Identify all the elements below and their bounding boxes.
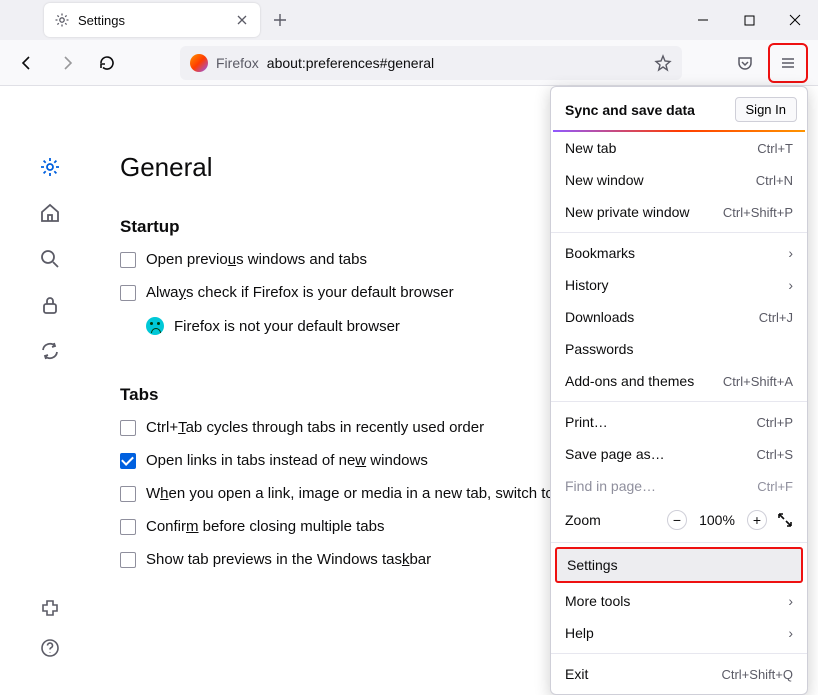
menu-sync-row: Sync and save data Sign In	[551, 87, 807, 130]
url-text: about:preferences#general	[267, 55, 434, 71]
titlebar: Settings	[0, 0, 818, 40]
menu-more-tools[interactable]: More tools›	[551, 585, 807, 617]
zoom-label: Zoom	[565, 512, 657, 528]
reload-button[interactable]	[90, 46, 124, 80]
back-button[interactable]	[10, 46, 44, 80]
checkbox-icon[interactable]	[120, 420, 136, 436]
menu-history[interactable]: History›	[551, 269, 807, 301]
confirm-close-label: Confirm before closing multiple tabs	[146, 518, 384, 535]
zoom-in-button[interactable]: +	[747, 510, 767, 530]
chevron-right-icon: ›	[788, 245, 793, 261]
open-previous-label: Open previous windows and tabs	[146, 251, 367, 268]
menu-downloads[interactable]: DownloadsCtrl+J	[551, 301, 807, 333]
menu-print[interactable]: Print…Ctrl+P	[551, 406, 807, 438]
menu-new-tab[interactable]: New tabCtrl+T	[551, 132, 807, 164]
menu-help[interactable]: Help›	[551, 617, 807, 649]
menu-passwords[interactable]: Passwords	[551, 333, 807, 365]
app-menu-highlight	[768, 43, 808, 83]
menu-zoom-row: Zoom − 100% +	[551, 502, 807, 538]
zoom-out-button[interactable]: −	[667, 510, 687, 530]
checkbox-icon[interactable]	[120, 519, 136, 535]
menu-settings[interactable]: Settings	[555, 547, 803, 583]
toolbar: Firefox about:preferences#general	[0, 40, 818, 86]
menu-new-window[interactable]: New windowCtrl+N	[551, 164, 807, 196]
forward-button	[50, 46, 84, 80]
sidebar-extensions-icon[interactable]	[39, 597, 61, 619]
sidebar-home-icon[interactable]	[39, 202, 61, 224]
chevron-right-icon: ›	[788, 625, 793, 641]
open-links-label: Open links in tabs instead of new window…	[146, 452, 428, 469]
sidebar-privacy-icon[interactable]	[39, 294, 61, 316]
sad-face-icon	[146, 317, 164, 335]
menu-save-as[interactable]: Save page as…Ctrl+S	[551, 438, 807, 470]
checkbox-icon[interactable]	[120, 252, 136, 268]
sidebar-general-icon[interactable]	[39, 156, 61, 178]
not-default-label: Firefox is not your default browser	[174, 318, 400, 335]
sign-in-button[interactable]: Sign In	[735, 97, 797, 122]
menu-find-in-page: Find in page…Ctrl+F	[551, 470, 807, 502]
always-check-label: Always check if Firefox is your default …	[146, 284, 454, 301]
sidebar-sync-icon[interactable]	[39, 340, 61, 362]
app-menu-button[interactable]	[771, 46, 805, 80]
sync-title: Sync and save data	[565, 102, 695, 118]
sidebar-help-icon[interactable]	[39, 637, 61, 659]
window-close-button[interactable]	[772, 0, 818, 40]
checkbox-checked-icon[interactable]	[120, 453, 136, 469]
menu-exit[interactable]: ExitCtrl+Shift+Q	[551, 658, 807, 690]
chevron-right-icon: ›	[788, 593, 793, 609]
ctrl-tab-label: Ctrl+Tab cycles through tabs in recently…	[146, 419, 484, 436]
app-menu-panel: Sync and save data Sign In New tabCtrl+T…	[550, 86, 808, 695]
tab-title: Settings	[78, 13, 226, 28]
sidebar-search-icon[interactable]	[39, 248, 61, 270]
menu-addons[interactable]: Add-ons and themesCtrl+Shift+A	[551, 365, 807, 397]
pocket-button[interactable]	[728, 46, 762, 80]
maximize-button[interactable]	[726, 0, 772, 40]
chevron-right-icon: ›	[788, 277, 793, 293]
zoom-value: 100%	[697, 512, 737, 528]
checkbox-icon[interactable]	[120, 285, 136, 301]
show-previews-label: Show tab previews in the Windows taskbar	[146, 551, 431, 568]
browser-tab[interactable]: Settings	[44, 3, 260, 37]
settings-sidebar	[0, 86, 100, 689]
new-tab-button[interactable]	[266, 6, 294, 34]
checkbox-icon[interactable]	[120, 552, 136, 568]
minimize-button[interactable]	[680, 0, 726, 40]
identity-label: Firefox	[216, 55, 259, 71]
fullscreen-icon[interactable]	[777, 512, 793, 528]
gear-icon	[54, 12, 70, 28]
firefox-icon	[190, 54, 208, 72]
window-controls	[680, 0, 818, 40]
close-icon[interactable]	[234, 12, 250, 28]
menu-bookmarks[interactable]: Bookmarks›	[551, 237, 807, 269]
url-bar[interactable]: Firefox about:preferences#general	[180, 46, 682, 80]
switch-tab-label: When you open a link, image or media in …	[146, 485, 565, 502]
menu-new-private-window[interactable]: New private windowCtrl+Shift+P	[551, 196, 807, 228]
bookmark-star-icon[interactable]	[654, 54, 672, 72]
checkbox-icon[interactable]	[120, 486, 136, 502]
